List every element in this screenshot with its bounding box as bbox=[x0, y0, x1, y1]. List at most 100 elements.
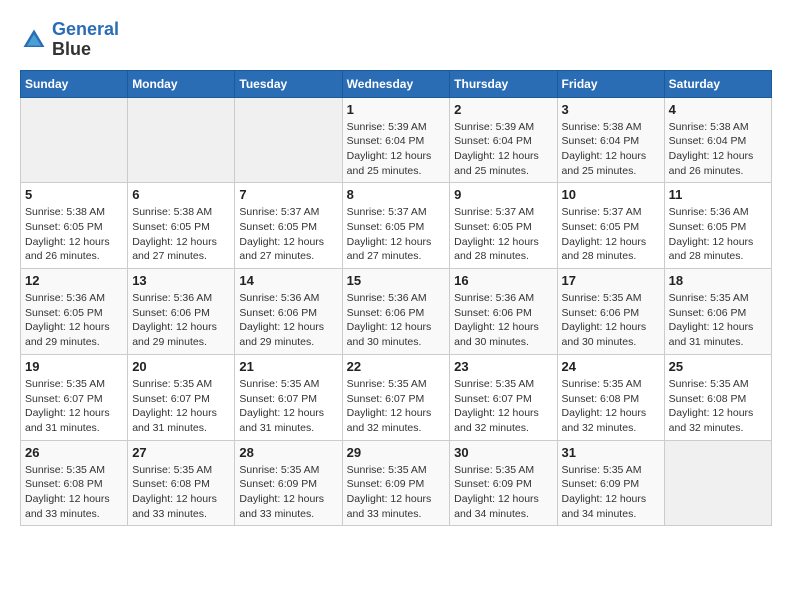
weekday-header-thursday: Thursday bbox=[450, 70, 557, 97]
calendar-cell: 16 Sunrise: 5:36 AM Sunset: 6:06 PM Dayli… bbox=[450, 269, 557, 355]
day-info: Sunrise: 5:39 AM Sunset: 6:04 PM Dayligh… bbox=[347, 120, 446, 179]
weekday-header-tuesday: Tuesday bbox=[235, 70, 342, 97]
day-number: 9 bbox=[454, 187, 552, 202]
day-number: 18 bbox=[669, 273, 767, 288]
calendar-cell: 7 Sunrise: 5:37 AM Sunset: 6:05 PM Daylig… bbox=[235, 183, 342, 269]
day-number: 10 bbox=[562, 187, 660, 202]
day-number: 11 bbox=[669, 187, 767, 202]
day-info: Sunrise: 5:36 AM Sunset: 6:06 PM Dayligh… bbox=[239, 291, 337, 350]
logo-icon bbox=[20, 26, 48, 54]
calendar-cell: 30 Sunrise: 5:35 AM Sunset: 6:09 PM Dayli… bbox=[450, 440, 557, 526]
weekday-header-sunday: Sunday bbox=[21, 70, 128, 97]
calendar-cell: 2 Sunrise: 5:39 AM Sunset: 6:04 PM Daylig… bbox=[450, 97, 557, 183]
day-info: Sunrise: 5:36 AM Sunset: 6:06 PM Dayligh… bbox=[132, 291, 230, 350]
calendar-cell: 6 Sunrise: 5:38 AM Sunset: 6:05 PM Daylig… bbox=[128, 183, 235, 269]
day-number: 16 bbox=[454, 273, 552, 288]
calendar-cell: 10 Sunrise: 5:37 AM Sunset: 6:05 PM Dayli… bbox=[557, 183, 664, 269]
day-number: 30 bbox=[454, 445, 552, 460]
calendar-cell: 24Sunrise: 5:35 AM Sunset: 6:08 PM Dayli… bbox=[557, 354, 664, 440]
day-number: 6 bbox=[132, 187, 230, 202]
day-info: Sunrise: 5:36 AM Sunset: 6:06 PM Dayligh… bbox=[454, 291, 552, 350]
day-info: Sunrise: 5:37 AM Sunset: 6:05 PM Dayligh… bbox=[562, 205, 660, 264]
calendar-cell: 5 Sunrise: 5:38 AM Sunset: 6:05 PM Daylig… bbox=[21, 183, 128, 269]
calendar-cell: 27 Sunrise: 5:35 AM Sunset: 6:08 PM Dayli… bbox=[128, 440, 235, 526]
day-info: Sunrise: 5:35 AM Sunset: 6:08 PM Dayligh… bbox=[25, 463, 123, 522]
calendar-cell: 23 Sunrise: 5:35 AM Sunset: 6:07 PM Dayli… bbox=[450, 354, 557, 440]
calendar-cell: 4Sunrise: 5:38 AM Sunset: 6:04 PM Daylig… bbox=[664, 97, 771, 183]
day-info: Sunrise: 5:35 AM Sunset: 6:06 PM Dayligh… bbox=[562, 291, 660, 350]
day-number: 29 bbox=[347, 445, 446, 460]
day-info: Sunrise: 5:36 AM Sunset: 6:05 PM Dayligh… bbox=[25, 291, 123, 350]
calendar-cell: 22 Sunrise: 5:35 AM Sunset: 6:07 PM Dayli… bbox=[342, 354, 450, 440]
calendar-cell: 20 Sunrise: 5:35 AM Sunset: 6:07 PM Dayli… bbox=[128, 354, 235, 440]
day-number: 17 bbox=[562, 273, 660, 288]
calendar-cell: 8 Sunrise: 5:37 AM Sunset: 6:05 PM Daylig… bbox=[342, 183, 450, 269]
day-info: Sunrise: 5:35 AM Sunset: 6:07 PM Dayligh… bbox=[132, 377, 230, 436]
calendar-cell: 29 Sunrise: 5:35 AM Sunset: 6:09 PM Dayli… bbox=[342, 440, 450, 526]
day-number: 3 bbox=[562, 102, 660, 117]
day-number: 14 bbox=[239, 273, 337, 288]
calendar-cell: 9 Sunrise: 5:37 AM Sunset: 6:05 PM Daylig… bbox=[450, 183, 557, 269]
day-info: Sunrise: 5:37 AM Sunset: 6:05 PM Dayligh… bbox=[347, 205, 446, 264]
calendar-cell: 3 Sunrise: 5:38 AM Sunset: 6:04 PM Daylig… bbox=[557, 97, 664, 183]
day-number: 12 bbox=[25, 273, 123, 288]
day-number: 20 bbox=[132, 359, 230, 374]
weekday-header-monday: Monday bbox=[128, 70, 235, 97]
day-number: 7 bbox=[239, 187, 337, 202]
calendar-cell: 17 Sunrise: 5:35 AM Sunset: 6:06 PM Dayli… bbox=[557, 269, 664, 355]
day-info: Sunrise: 5:39 AM Sunset: 6:04 PM Dayligh… bbox=[454, 120, 552, 179]
day-info: Sunrise: 5:35 AM Sunset: 6:09 PM Dayligh… bbox=[239, 463, 337, 522]
page-header: General Blue bbox=[20, 20, 772, 60]
weekday-header-saturday: Saturday bbox=[664, 70, 771, 97]
calendar-cell: 26 Sunrise: 5:35 AM Sunset: 6:08 PM Dayli… bbox=[21, 440, 128, 526]
day-number: 25 bbox=[669, 359, 767, 374]
day-info: Sunrise: 5:35 AM Sunset: 6:09 PM Dayligh… bbox=[454, 463, 552, 522]
day-number: 8 bbox=[347, 187, 446, 202]
day-number: 22 bbox=[347, 359, 446, 374]
day-info: Sunrise: 5:38 AM Sunset: 6:05 PM Dayligh… bbox=[132, 205, 230, 264]
calendar-cell: 12 Sunrise: 5:36 AM Sunset: 6:05 PM Dayli… bbox=[21, 269, 128, 355]
calendar-cell bbox=[235, 97, 342, 183]
day-info: Sunrise: 5:38 AM Sunset: 6:04 PM Dayligh… bbox=[562, 120, 660, 179]
weekday-header-friday: Friday bbox=[557, 70, 664, 97]
day-number: 1 bbox=[347, 102, 446, 117]
day-number: 4 bbox=[669, 102, 767, 117]
calendar-cell: 1 Sunrise: 5:39 AM Sunset: 6:04 PM Daylig… bbox=[342, 97, 450, 183]
day-info: Sunrise: 5:35 AM Sunset: 6:08 PM Dayligh… bbox=[669, 377, 767, 436]
day-info: Sunrise: 5:35 AM Sunset: 6:07 PM Dayligh… bbox=[25, 377, 123, 436]
day-number: 15 bbox=[347, 273, 446, 288]
day-number: 5 bbox=[25, 187, 123, 202]
weekday-header-wednesday: Wednesday bbox=[342, 70, 450, 97]
logo-text: General Blue bbox=[52, 20, 119, 60]
day-number: 19 bbox=[25, 359, 123, 374]
day-info: Sunrise: 5:35 AM Sunset: 6:07 PM Dayligh… bbox=[347, 377, 446, 436]
calendar-cell: 28Sunrise: 5:35 AM Sunset: 6:09 PM Dayli… bbox=[235, 440, 342, 526]
day-number: 27 bbox=[132, 445, 230, 460]
day-number: 13 bbox=[132, 273, 230, 288]
day-number: 24 bbox=[562, 359, 660, 374]
day-info: Sunrise: 5:37 AM Sunset: 6:05 PM Dayligh… bbox=[454, 205, 552, 264]
day-number: 21 bbox=[239, 359, 337, 374]
calendar-cell: 21 Sunrise: 5:35 AM Sunset: 6:07 PM Dayli… bbox=[235, 354, 342, 440]
day-info: Sunrise: 5:36 AM Sunset: 6:06 PM Dayligh… bbox=[347, 291, 446, 350]
day-number: 26 bbox=[25, 445, 123, 460]
day-info: Sunrise: 5:35 AM Sunset: 6:06 PM Dayligh… bbox=[669, 291, 767, 350]
day-info: Sunrise: 5:35 AM Sunset: 6:07 PM Dayligh… bbox=[239, 377, 337, 436]
day-info: Sunrise: 5:37 AM Sunset: 6:05 PM Dayligh… bbox=[239, 205, 337, 264]
calendar-cell: 31 Sunrise: 5:35 AM Sunset: 6:09 PM Dayli… bbox=[557, 440, 664, 526]
day-number: 23 bbox=[454, 359, 552, 374]
day-number: 31 bbox=[562, 445, 660, 460]
calendar-cell bbox=[664, 440, 771, 526]
day-info: Sunrise: 5:35 AM Sunset: 6:08 PM Dayligh… bbox=[132, 463, 230, 522]
day-number: 2 bbox=[454, 102, 552, 117]
day-info: Sunrise: 5:36 AM Sunset: 6:05 PM Dayligh… bbox=[669, 205, 767, 264]
calendar-cell: 14 Sunrise: 5:36 AM Sunset: 6:06 PM Dayli… bbox=[235, 269, 342, 355]
day-info: Sunrise: 5:35 AM Sunset: 6:07 PM Dayligh… bbox=[454, 377, 552, 436]
calendar-cell: 25 Sunrise: 5:35 AM Sunset: 6:08 PM Dayli… bbox=[664, 354, 771, 440]
day-info: Sunrise: 5:35 AM Sunset: 6:09 PM Dayligh… bbox=[562, 463, 660, 522]
calendar-cell: 13 Sunrise: 5:36 AM Sunset: 6:06 PM Dayli… bbox=[128, 269, 235, 355]
day-info: Sunrise: 5:35 AM Sunset: 6:09 PM Dayligh… bbox=[347, 463, 446, 522]
calendar-cell: 19 Sunrise: 5:35 AM Sunset: 6:07 PM Dayli… bbox=[21, 354, 128, 440]
calendar-cell bbox=[128, 97, 235, 183]
day-info: Sunrise: 5:38 AM Sunset: 6:05 PM Dayligh… bbox=[25, 205, 123, 264]
